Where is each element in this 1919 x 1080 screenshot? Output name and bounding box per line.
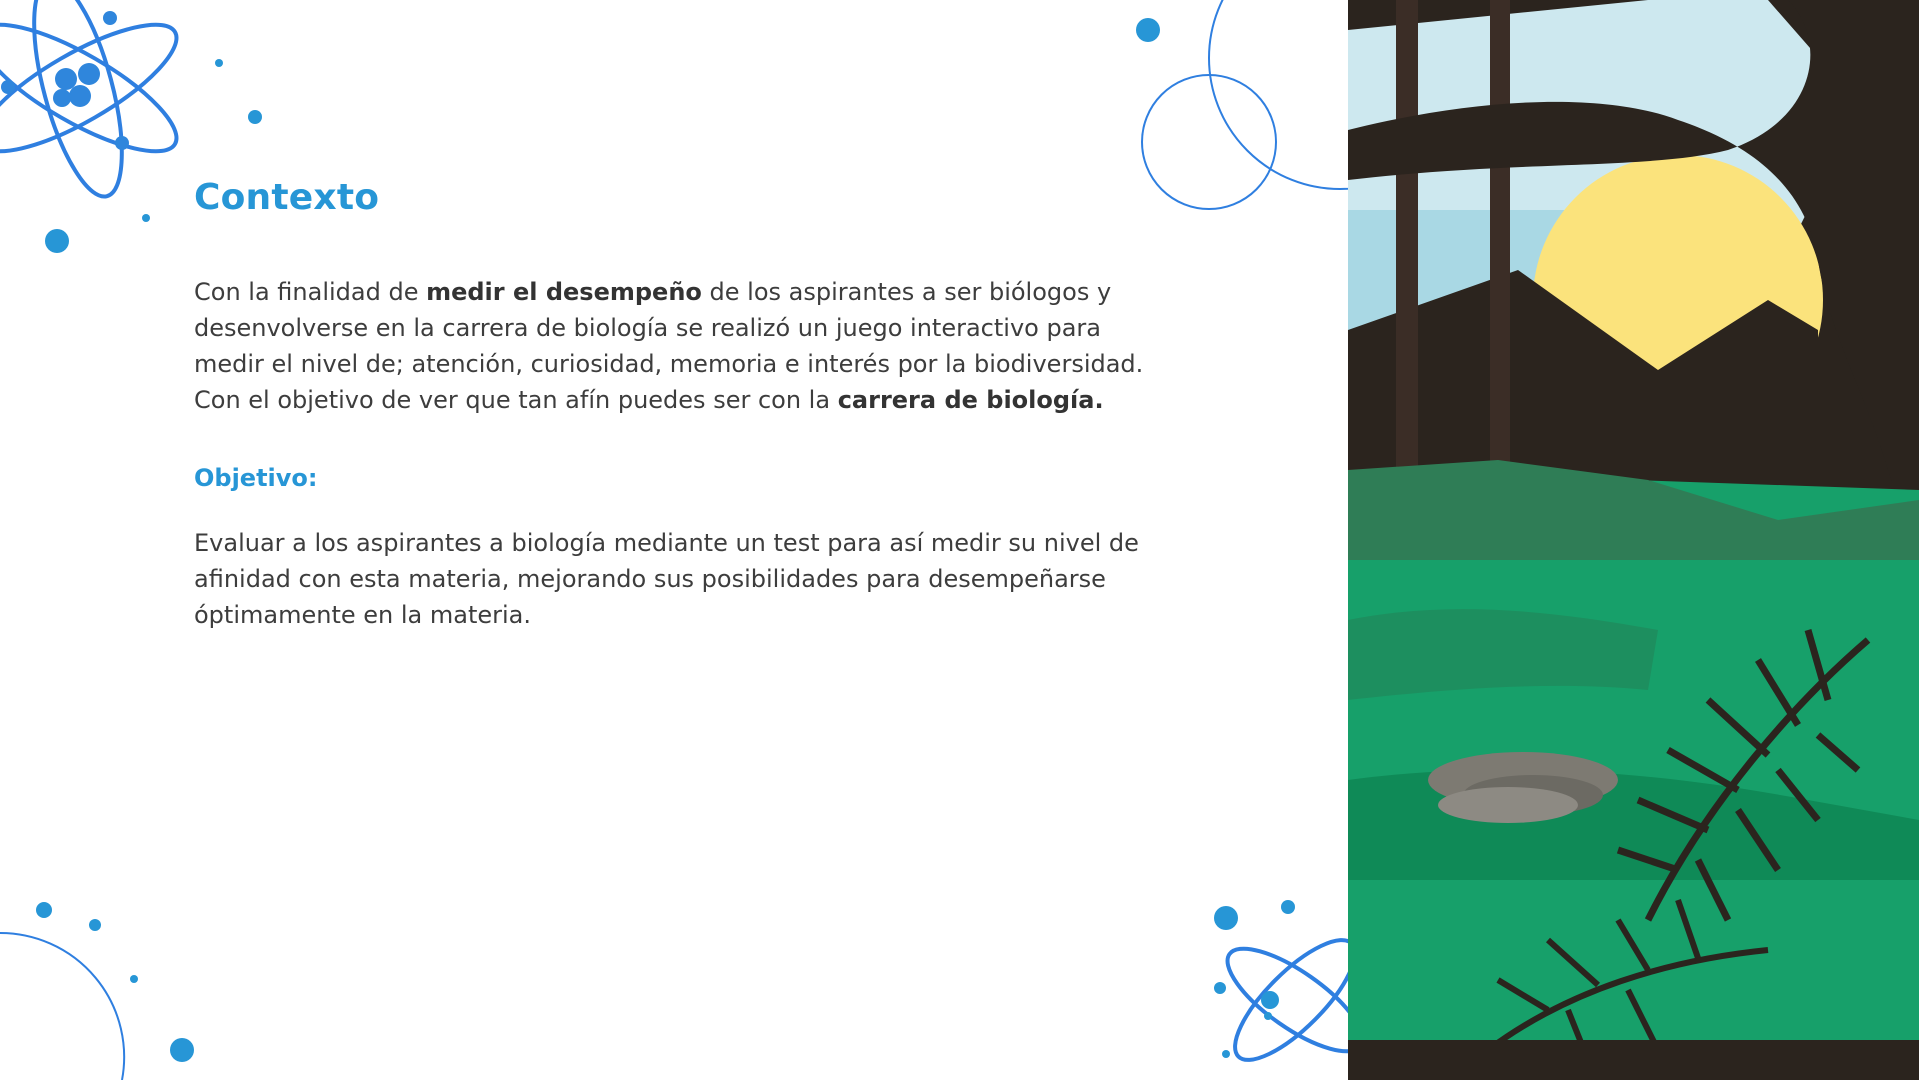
dots-bottom-right bbox=[1214, 900, 1295, 1058]
atom-icon bbox=[0, 0, 179, 199]
ring-circle-icon bbox=[0, 931, 126, 1080]
intro-bold-2: carrera de biología. bbox=[837, 386, 1104, 414]
intro-text-1: Con la finalidad de bbox=[194, 278, 427, 306]
slide: Contexto Con la finalidad de medir el de… bbox=[0, 0, 1919, 1080]
ring-circle-icon bbox=[1141, 0, 1348, 210]
dots-bottom-left bbox=[36, 902, 194, 1062]
intro-paragraph: Con la finalidad de medir el desempeño d… bbox=[194, 274, 1154, 418]
dot-top-right bbox=[1136, 18, 1160, 42]
atom-nucleus bbox=[1, 11, 129, 150]
dots-top-left bbox=[45, 59, 262, 253]
page-title: Contexto bbox=[194, 177, 380, 218]
atom-icon bbox=[1225, 938, 1348, 1062]
objective-paragraph: Evaluar a los aspirantes a biología medi… bbox=[194, 529, 1139, 629]
objective-heading: Objetivo: bbox=[194, 464, 318, 492]
intro-bold-1: medir el desempeño bbox=[426, 278, 702, 306]
forest-illustration bbox=[1348, 0, 1919, 1080]
sky-window bbox=[1348, 0, 1838, 470]
